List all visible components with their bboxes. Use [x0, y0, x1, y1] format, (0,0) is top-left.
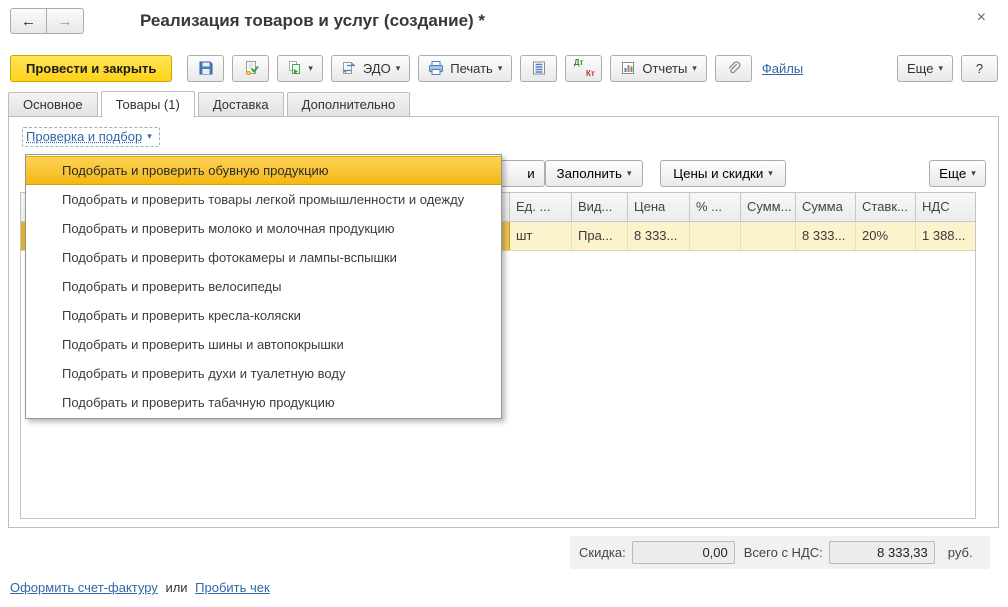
cell-percent[interactable]	[690, 222, 741, 250]
nav-history-group: ← →	[10, 8, 84, 34]
reports-button[interactable]: Отчеты	[610, 55, 706, 82]
tab-additional[interactable]: Дополнительно	[287, 92, 411, 117]
column-vat[interactable]: НДС	[916, 193, 975, 221]
partially-hidden-button[interactable]: и	[495, 160, 545, 187]
menu-item[interactable]: Подобрать и проверить шины и автопокрышк…	[26, 330, 501, 359]
floppy-icon	[198, 60, 214, 76]
menu-item[interactable]: Подобрать и проверить фотокамеры и лампы…	[26, 243, 501, 272]
credit-label: Кт	[586, 69, 595, 78]
printer-icon	[428, 60, 444, 76]
register-list-icon	[531, 60, 547, 76]
footer-actions: Оформить счет-фактуру или Пробить чек	[10, 580, 270, 595]
table-more-label: Еще	[939, 166, 966, 181]
cell-vat[interactable]: 1 388...	[916, 222, 975, 250]
print-label: Печать	[450, 61, 493, 76]
post-document-icon	[243, 60, 259, 76]
discount-label: Скидка:	[579, 545, 626, 560]
tab-main[interactable]: Основное	[8, 92, 98, 117]
create-invoice-link[interactable]: Оформить счет-фактуру	[10, 580, 158, 595]
cell-kind[interactable]: Пра...	[572, 222, 628, 250]
menu-item[interactable]: Подобрать и проверить молоко и молочная …	[26, 214, 501, 243]
chevron-down-icon	[498, 64, 503, 73]
menu-item[interactable]: Подобрать и проверить товары легкой пром…	[26, 185, 501, 214]
chevron-down-icon	[768, 169, 773, 178]
check-and-select-dropdown: Подобрать и проверить обувную продукцию …	[25, 154, 502, 419]
main-toolbar: Провести и закрыть ЭДО Печать Дт Кт Отче…	[10, 54, 998, 82]
fill-label: Заполнить	[557, 166, 622, 181]
discount-field[interactable]: 0,00	[632, 541, 735, 564]
partially-hidden-button-label: и	[527, 166, 534, 181]
tab-delivery[interactable]: Доставка	[198, 92, 284, 117]
cell-unit[interactable]: шт	[510, 222, 572, 250]
chevron-down-icon	[938, 64, 943, 73]
table-more-button[interactable]: Еще	[929, 160, 986, 187]
cell-sum[interactable]: 8 333...	[796, 222, 856, 250]
chevron-down-icon	[147, 132, 152, 141]
tab-bar: Основное Товары (1) Доставка Дополнитель…	[8, 90, 413, 117]
column-sum-discount[interactable]: Сумм...	[741, 193, 796, 221]
column-sum[interactable]: Сумма	[796, 193, 856, 221]
totals-bar: Скидка: 0,00 Всего с НДС: 8 333,33 руб.	[570, 536, 990, 569]
currency-label: руб.	[948, 545, 973, 560]
menu-item[interactable]: Подобрать и проверить кресла-коляски	[26, 301, 501, 330]
check-and-select-button[interactable]: Проверка и подбор	[22, 127, 160, 147]
menu-item[interactable]: Подобрать и проверить велосипеды	[26, 272, 501, 301]
edo-label: ЭДО	[363, 61, 391, 76]
column-price[interactable]: Цена	[628, 193, 690, 221]
column-percent[interactable]: % ...	[690, 193, 741, 221]
more-button[interactable]: Еще	[897, 55, 953, 82]
menu-item[interactable]: Подобрать и проверить табачную продукцию	[26, 388, 501, 417]
back-arrow-icon: ←	[21, 13, 36, 30]
print-button[interactable]: Печать	[418, 55, 512, 82]
chevron-down-icon	[692, 64, 697, 73]
report-chart-icon	[620, 60, 636, 76]
total-with-vat-label: Всего с НДС:	[744, 545, 823, 560]
page-title: Реализация товаров и услуг (создание) *	[140, 11, 485, 31]
prices-discounts-label: Цены и скидки	[673, 166, 763, 181]
cell-price[interactable]: 8 333...	[628, 222, 690, 250]
menu-item[interactable]: Подобрать и проверить обувную продукцию	[26, 156, 501, 185]
post-document-button[interactable]	[232, 55, 269, 82]
chevron-down-icon	[308, 64, 313, 73]
reports-label: Отчеты	[642, 61, 687, 76]
column-unit[interactable]: Ед. ...	[510, 193, 572, 221]
save-button[interactable]	[187, 55, 224, 82]
tab-goods[interactable]: Товары (1)	[101, 91, 195, 118]
check-and-select-label: Проверка и подбор	[26, 129, 142, 144]
edo-button[interactable]: ЭДО	[331, 55, 410, 82]
chevron-down-icon	[627, 169, 632, 178]
more-label: Еще	[907, 61, 933, 76]
cell-rate[interactable]: 20%	[856, 222, 916, 250]
register-button[interactable]	[520, 55, 557, 82]
chevron-down-icon	[396, 64, 401, 73]
forward-button[interactable]: →	[47, 8, 84, 34]
help-button[interactable]: ?	[961, 55, 998, 82]
edo-exchange-icon	[341, 60, 357, 76]
total-with-vat-field[interactable]: 8 333,33	[829, 541, 935, 564]
files-link[interactable]: Файлы	[762, 61, 803, 76]
forward-arrow-icon: →	[58, 13, 73, 30]
accounting-entries-button[interactable]: Дт Кт	[565, 55, 602, 82]
debit-credit-icon: Дт Кт	[573, 58, 595, 78]
copy-documents-icon	[287, 60, 303, 76]
post-and-close-button[interactable]: Провести и закрыть	[10, 55, 172, 82]
menu-item[interactable]: Подобрать и проверить духи и туалетную в…	[26, 359, 501, 388]
fill-button[interactable]: Заполнить	[545, 160, 643, 187]
chevron-down-icon	[971, 169, 976, 178]
column-rate[interactable]: Ставк...	[856, 193, 916, 221]
or-text: или	[165, 580, 187, 595]
back-button[interactable]: ←	[10, 8, 47, 34]
create-based-on-button[interactable]	[277, 55, 323, 82]
cell-sum-discount[interactable]	[741, 222, 796, 250]
prices-discounts-button[interactable]: Цены и скидки	[660, 160, 786, 187]
print-receipt-link[interactable]: Пробить чек	[195, 580, 270, 595]
paperclip-icon	[725, 60, 741, 76]
debit-label: Дт	[574, 58, 584, 67]
attachments-button[interactable]	[715, 55, 752, 82]
close-icon[interactable]: ×	[977, 10, 986, 26]
column-kind[interactable]: Вид...	[572, 193, 628, 221]
